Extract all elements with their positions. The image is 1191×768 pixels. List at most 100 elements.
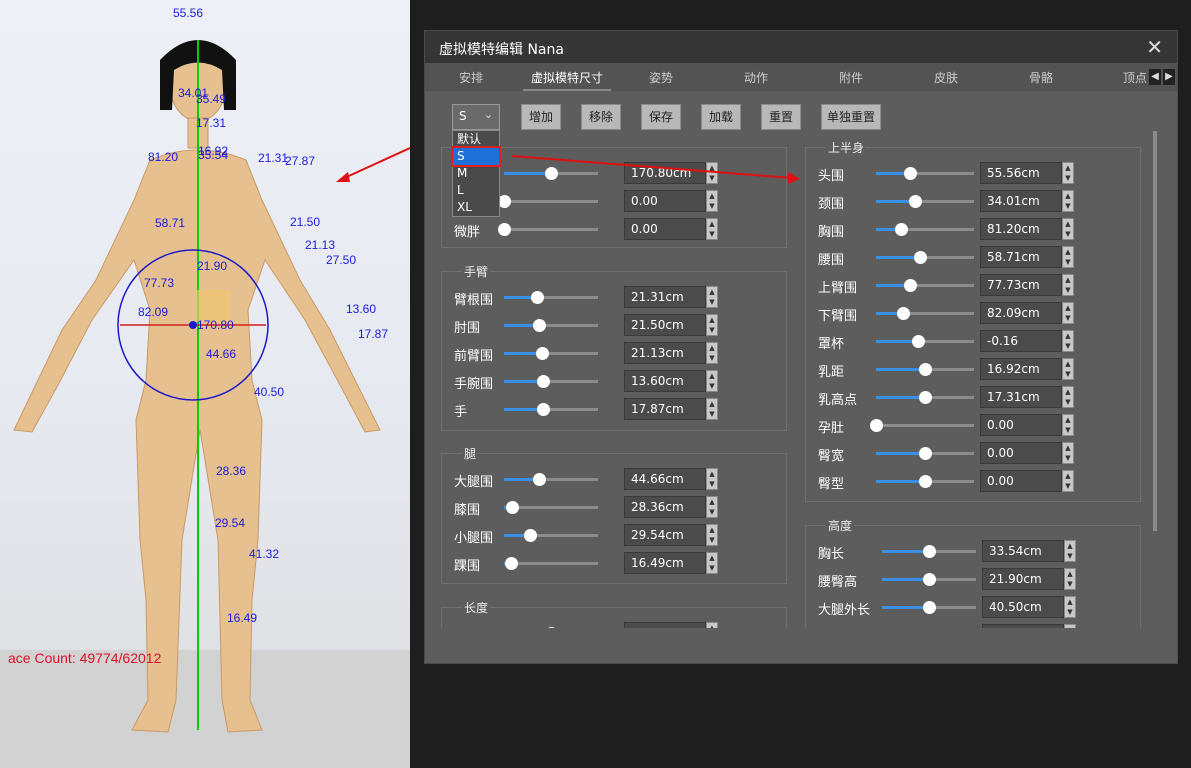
- value-field[interactable]: 21.90cm: [982, 568, 1064, 590]
- spin-down-icon[interactable]: ▼: [707, 479, 717, 489]
- save-button[interactable]: 保存: [641, 104, 681, 130]
- close-icon[interactable]: ✕: [1146, 35, 1163, 59]
- slider-track[interactable]: [882, 573, 976, 586]
- add-button[interactable]: 增加: [521, 104, 561, 130]
- slider-knob[interactable]: [505, 501, 519, 514]
- value-field[interactable]: 170.80cm: [624, 162, 706, 184]
- spin-up-icon[interactable]: ▲: [1065, 597, 1075, 607]
- tab-scroll-right-icon[interactable]: ▶: [1163, 69, 1175, 85]
- spin-up-icon[interactable]: ▲: [707, 163, 717, 173]
- spin-down-icon[interactable]: ▼: [707, 535, 717, 545]
- reset-single-button[interactable]: 单独重置: [821, 104, 881, 130]
- slider-knob[interactable]: [870, 419, 883, 432]
- spin-down-icon[interactable]: ▼: [1063, 425, 1073, 435]
- value-field[interactable]: 0.00: [980, 470, 1062, 492]
- slider-track[interactable]: [504, 403, 598, 416]
- value-stepper[interactable]: ▲▼: [1062, 162, 1074, 184]
- value-stepper[interactable]: ▲▼: [1064, 624, 1076, 628]
- slider-knob[interactable]: [904, 279, 918, 292]
- slider-knob[interactable]: [919, 391, 932, 404]
- value-stepper[interactable]: ▲▼: [1062, 414, 1074, 436]
- spin-down-icon[interactable]: ▼: [1065, 579, 1075, 589]
- tab-skin[interactable]: 皮肤: [934, 69, 958, 86]
- value-stepper[interactable]: ▲▼: [1062, 302, 1074, 324]
- spin-up-icon[interactable]: ▲: [1065, 569, 1075, 579]
- spin-up-icon[interactable]: ▲: [707, 623, 717, 628]
- size-option[interactable]: XL: [453, 199, 499, 216]
- spin-down-icon[interactable]: ▼: [1063, 481, 1073, 491]
- slider-track[interactable]: [876, 391, 974, 404]
- spin-up-icon[interactable]: ▲: [1063, 415, 1073, 425]
- value-stepper[interactable]: ▲▼: [1064, 540, 1076, 562]
- value-stepper[interactable]: ▲▼: [706, 342, 718, 364]
- spin-down-icon[interactable]: ▼: [1063, 201, 1073, 211]
- slider-knob[interactable]: [537, 403, 551, 416]
- spin-up-icon[interactable]: ▲: [707, 315, 717, 325]
- tab-vertex[interactable]: 顶点: [1123, 69, 1147, 86]
- slider-knob[interactable]: [923, 545, 936, 558]
- remove-button[interactable]: 移除: [581, 104, 621, 130]
- spin-down-icon[interactable]: ▼: [1065, 551, 1075, 561]
- slider-knob[interactable]: [919, 447, 932, 460]
- value-field[interactable]: 29.54cm: [624, 524, 706, 546]
- value-field[interactable]: 8.34cm: [624, 622, 706, 628]
- value-field[interactable]: 55.56cm: [980, 162, 1062, 184]
- tab-motion[interactable]: 动作: [744, 69, 768, 86]
- spin-up-icon[interactable]: ▲: [707, 553, 717, 563]
- slider-track[interactable]: [504, 375, 598, 388]
- spin-up-icon[interactable]: ▲: [1063, 387, 1073, 397]
- slider-track[interactable]: [498, 195, 598, 208]
- spin-down-icon[interactable]: ▼: [707, 507, 717, 517]
- value-stepper[interactable]: ▲▼: [1062, 442, 1074, 464]
- value-stepper[interactable]: ▲▼: [1062, 358, 1074, 380]
- slider-knob[interactable]: [537, 375, 551, 388]
- slider-track[interactable]: [876, 167, 974, 180]
- slider-knob[interactable]: [894, 223, 908, 236]
- slider-knob[interactable]: [504, 557, 518, 570]
- spin-down-icon[interactable]: ▼: [1063, 453, 1073, 463]
- reset-button[interactable]: 重置: [761, 104, 801, 130]
- scrollbar[interactable]: [1153, 131, 1157, 531]
- spin-up-icon[interactable]: ▲: [1063, 471, 1073, 481]
- value-field[interactable]: 44.66cm: [624, 468, 706, 490]
- slider-knob[interactable]: [535, 347, 549, 360]
- value-stepper[interactable]: ▲▼: [706, 314, 718, 336]
- slider-knob[interactable]: [919, 363, 932, 376]
- tab-avatar-size[interactable]: 虚拟模特尺寸: [523, 69, 612, 91]
- size-option-selected[interactable]: S: [451, 146, 501, 167]
- slider-track[interactable]: [882, 545, 976, 558]
- spin-down-icon[interactable]: ▼: [1063, 313, 1073, 323]
- slider-track[interactable]: [504, 501, 598, 514]
- spin-down-icon[interactable]: ▼: [1063, 397, 1073, 407]
- spin-up-icon[interactable]: ▲: [1063, 359, 1073, 369]
- spin-up-icon[interactable]: ▲: [1063, 219, 1073, 229]
- tab-arrange[interactable]: 安排: [459, 69, 483, 86]
- slider-track[interactable]: [876, 363, 974, 376]
- spin-down-icon[interactable]: ▼: [1063, 173, 1073, 183]
- slider-track[interactable]: [876, 335, 974, 348]
- slider-knob[interactable]: [524, 529, 538, 542]
- slider-track[interactable]: [504, 167, 598, 180]
- spin-up-icon[interactable]: ▲: [707, 497, 717, 507]
- value-field[interactable]: 58.71cm: [980, 246, 1062, 268]
- spin-up-icon[interactable]: ▲: [1063, 303, 1073, 313]
- slider-track[interactable]: [876, 195, 974, 208]
- slider-track[interactable]: [876, 251, 974, 264]
- slider-track[interactable]: [876, 307, 974, 320]
- value-field[interactable]: 40.50cm: [982, 596, 1064, 618]
- value-field[interactable]: 21.13cm: [624, 342, 706, 364]
- dialog-titlebar[interactable]: 虚拟模特编辑 Nana ✕: [425, 31, 1177, 63]
- size-option[interactable]: 默认: [453, 131, 499, 148]
- spin-up-icon[interactable]: ▲: [1063, 247, 1073, 257]
- value-stepper[interactable]: ▲▼: [1064, 568, 1076, 590]
- slider-knob[interactable]: [532, 473, 546, 486]
- value-stepper[interactable]: ▲▼: [1062, 470, 1074, 492]
- value-field[interactable]: 16.49cm: [624, 552, 706, 574]
- slider-knob[interactable]: [923, 573, 936, 586]
- value-field[interactable]: 0.00: [980, 442, 1062, 464]
- value-stepper[interactable]: ▲▼: [706, 286, 718, 308]
- spin-down-icon[interactable]: ▼: [1063, 257, 1073, 267]
- spin-down-icon[interactable]: ▼: [707, 297, 717, 307]
- spin-down-icon[interactable]: ▼: [707, 353, 717, 363]
- spin-up-icon[interactable]: ▲: [1063, 275, 1073, 285]
